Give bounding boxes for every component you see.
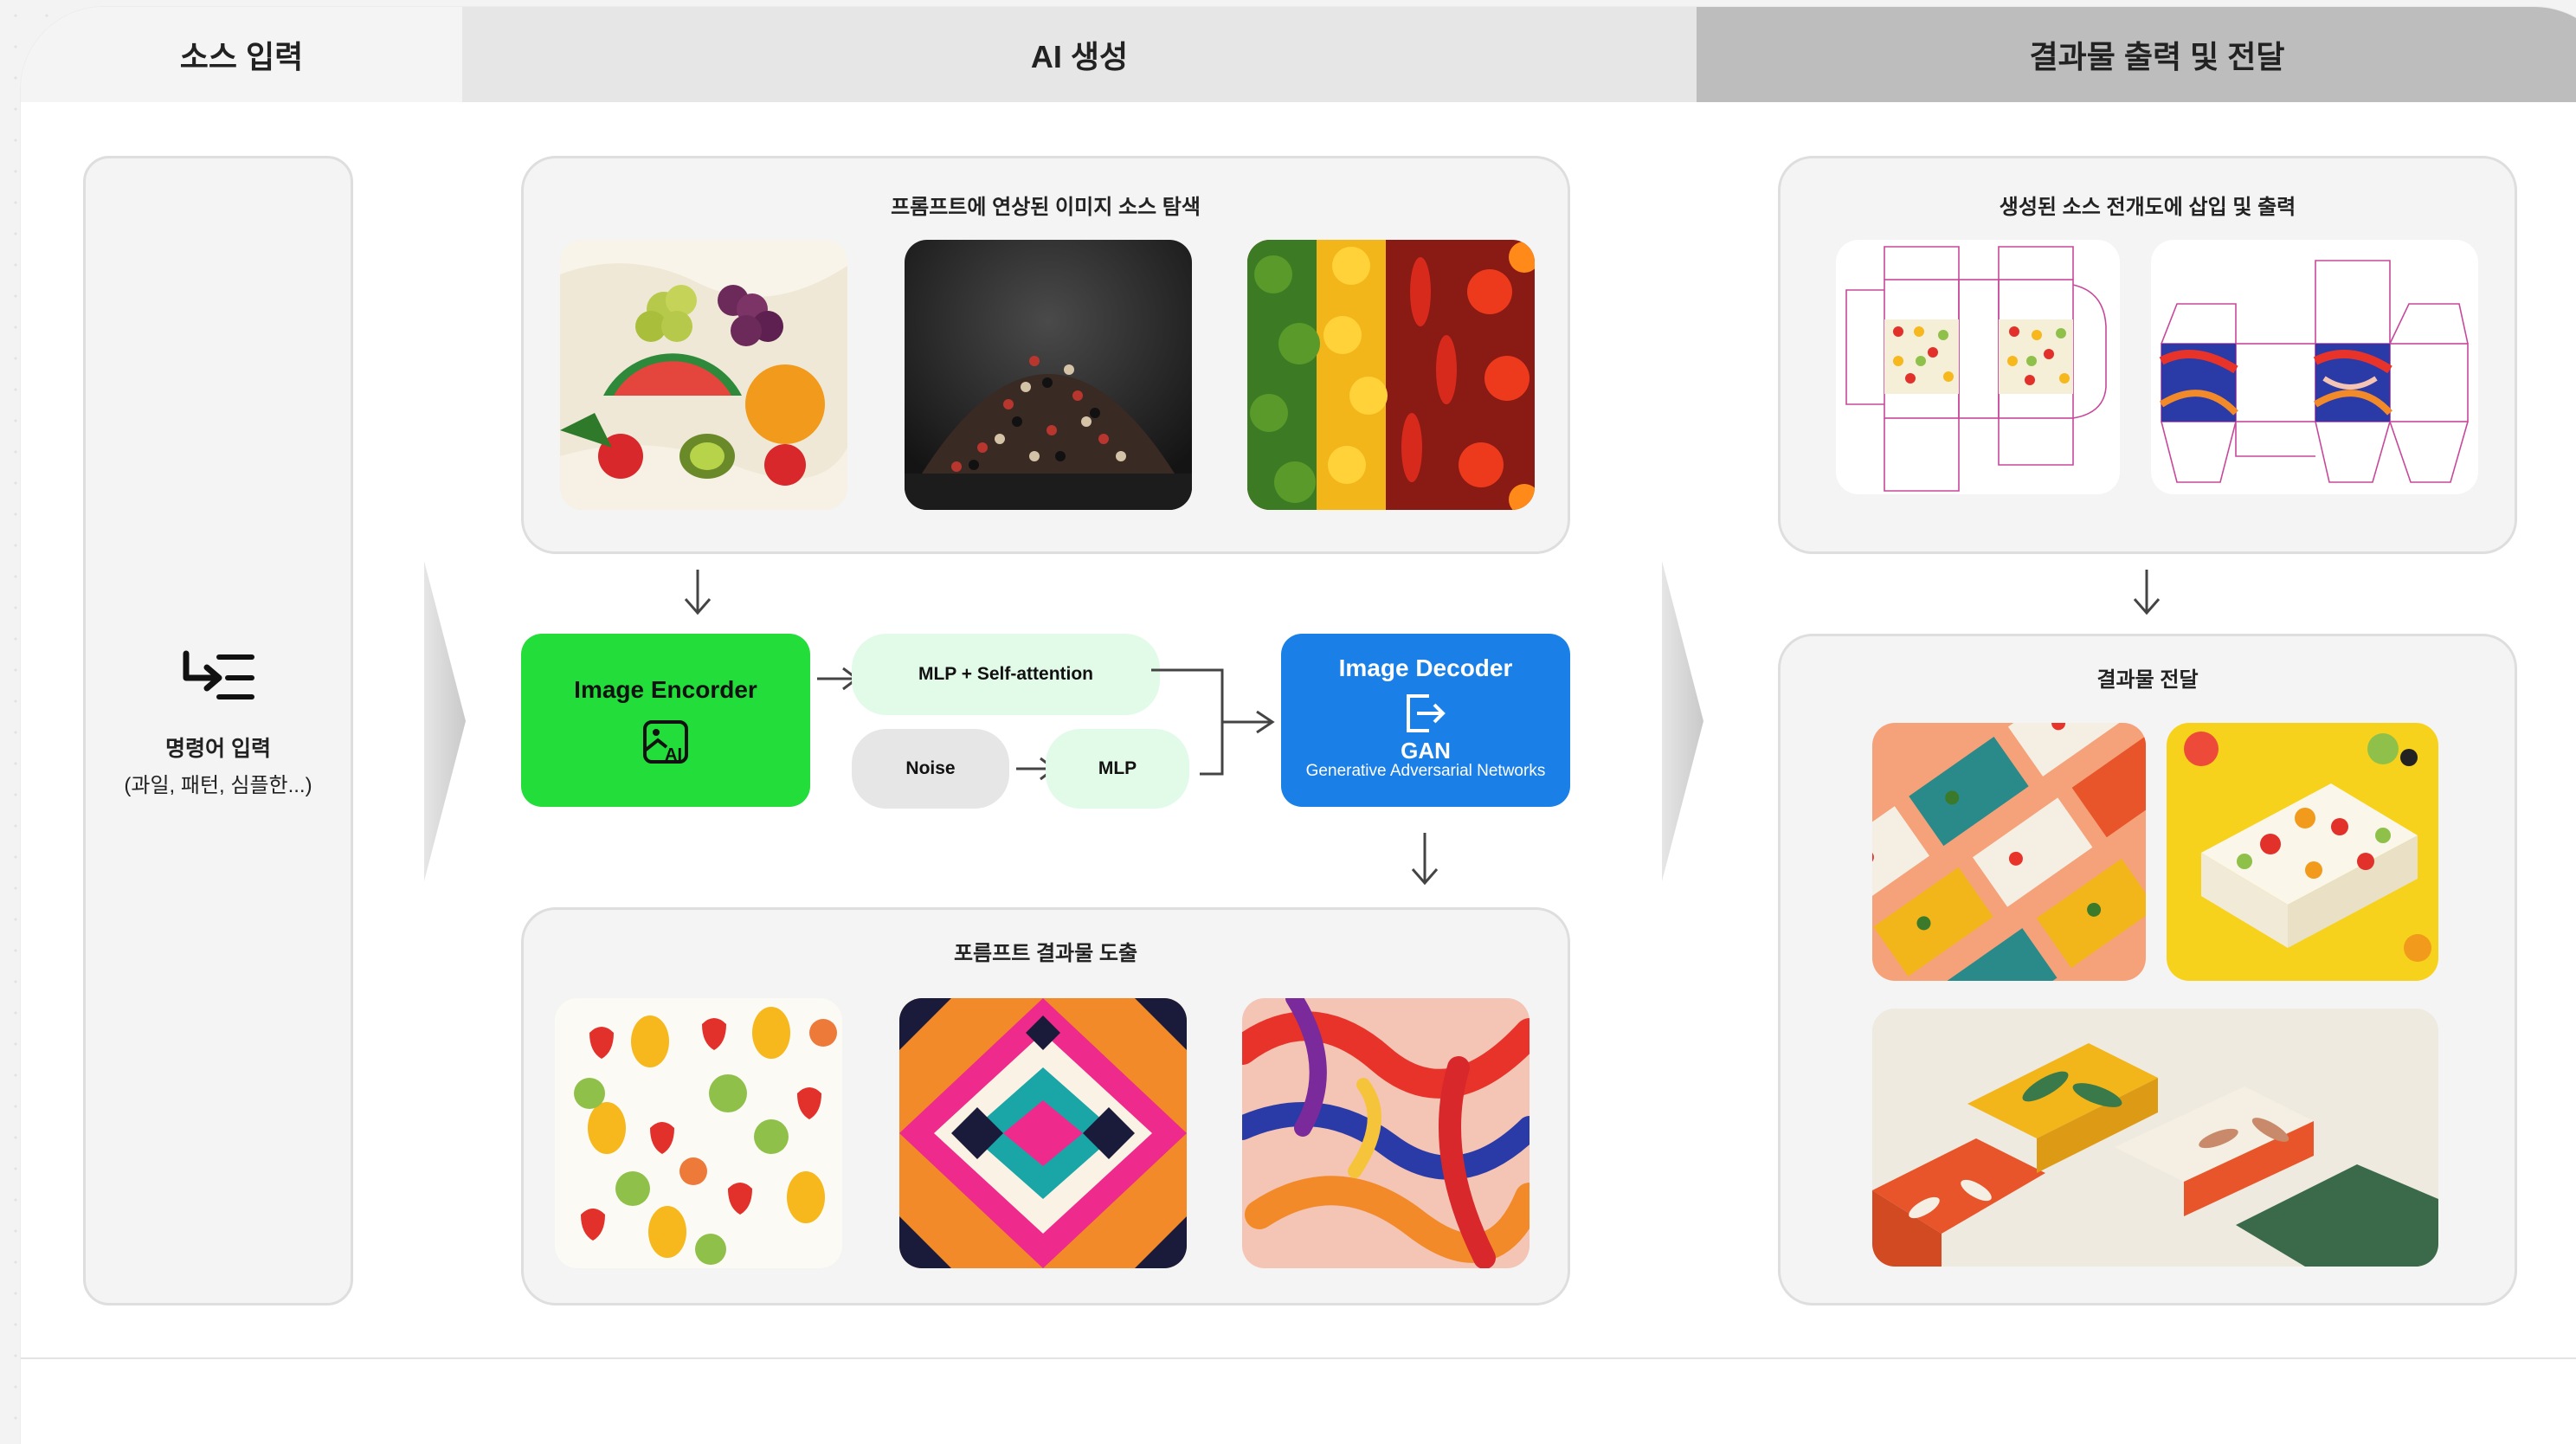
delivery-panel: 결과물 전달	[1778, 634, 2517, 1305]
image-search-panel: 프롬프트에 연상된 이미지 소스 탐색	[521, 156, 1570, 554]
chili-peppers-image	[1247, 240, 1535, 510]
prompt-input-sublabel: (과일, 패턴, 심플한...)	[124, 774, 312, 797]
diagram-card: 소스 입력 AI 생성 결과물 출력 및 전달 명령어 입력 (과일, 패턴, …	[21, 7, 2576, 1444]
panel-title: 결과물 전달	[2096, 668, 2199, 692]
pattern-boxes-flatlay-image	[1872, 723, 2146, 981]
fruit-box-dieline-image	[1836, 240, 2120, 494]
arrow-down-icon	[2133, 570, 2161, 616]
mlp-self-attention-label: MLP + Self-attention	[918, 664, 1094, 684]
export-icon	[1407, 694, 1446, 732]
input-panel: 명령어 입력 (과일, 패턴, 심플한...)	[83, 156, 353, 1305]
abstract-box-dieline-image	[2151, 240, 2478, 494]
peppercorn-pile-image	[905, 240, 1192, 510]
arrow-down-icon	[684, 570, 712, 616]
fruit-box-yellow-image	[2167, 723, 2438, 981]
geometric-pattern-image	[899, 998, 1187, 1268]
mlp-label: MLP	[1098, 758, 1137, 778]
panel-title: 포름프트 결과물 도출	[953, 942, 1138, 965]
panel-title: 프롬프트에 연상된 이미지 소스 탐색	[891, 196, 1201, 219]
noise-box: Noise	[852, 729, 1009, 809]
image-decoder-box: Image Decoder GAN Generative Adversarial…	[1281, 634, 1570, 807]
chevron-right-icon	[1662, 561, 1703, 881]
prompt-result-panel: 포름프트 결과물 도출	[521, 907, 1570, 1305]
bottom-divider	[21, 1357, 2576, 1359]
dieline-panel: 생성된 소스 전개도에 삽입 및 출력	[1778, 156, 2517, 554]
gan-label: GAN	[1401, 738, 1451, 764]
noise-label: Noise	[905, 758, 956, 778]
arrow-down-icon	[1411, 833, 1439, 886]
prompt-input-icon	[179, 643, 259, 704]
merge-connector	[1151, 668, 1275, 776]
chevron-right-icon	[424, 561, 466, 881]
chili-pattern-image	[1242, 998, 1530, 1268]
header-source-input: 소스 입력	[21, 7, 462, 102]
fruit-pattern-image	[555, 998, 842, 1268]
fruit-still-life-image	[560, 240, 847, 510]
mlp-self-attention-box: MLP + Self-attention	[852, 634, 1160, 715]
header-output-delivery: 결과물 출력 및 전달	[1697, 7, 2576, 102]
leaf-boxes-image	[1872, 1009, 2438, 1267]
gan-sublabel: Generative Adversarial Networks	[1305, 762, 1546, 780]
panel-title: 생성된 소스 전개도에 삽입 및 출력	[1999, 196, 2296, 219]
header-ai-generation: AI 생성	[462, 7, 1697, 102]
image-encoder-box: Image Encorder AI	[521, 634, 810, 807]
prompt-input-label: 명령어 입력	[165, 737, 271, 761]
image-decoder-label: Image Decoder	[1338, 654, 1513, 681]
image-encoder-label: Image Encorder	[574, 676, 757, 703]
svg-text:AI: AI	[665, 745, 682, 764]
ai-image-icon: AI	[643, 720, 688, 764]
